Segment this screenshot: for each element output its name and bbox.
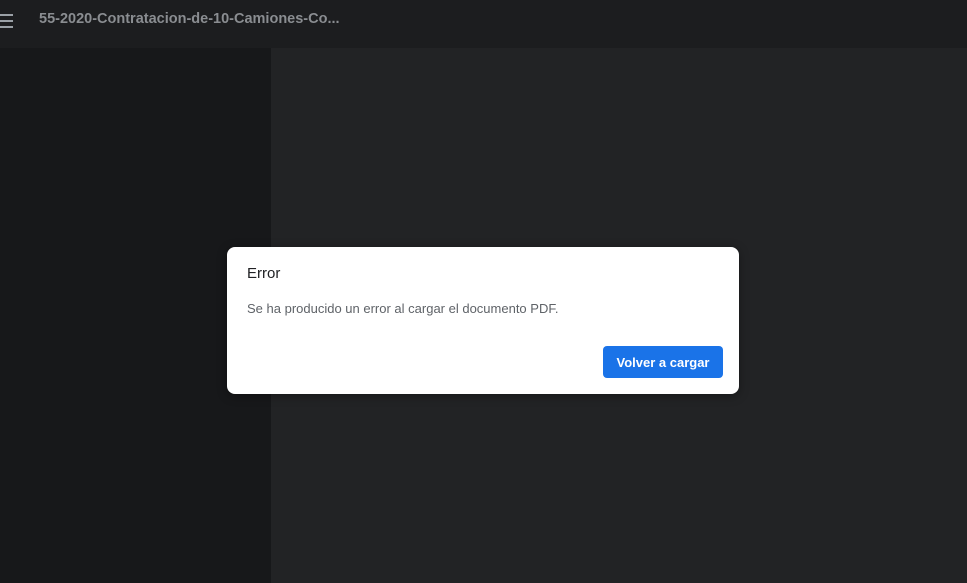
document-title: 55-2020-Contratacion-de-10-Camiones-Co..…	[39, 11, 340, 27]
hamburger-menu-icon	[0, 14, 13, 16]
error-dialog: Error Se ha producido un error al cargar…	[227, 247, 739, 394]
hamburger-menu-icon-bar	[0, 20, 13, 22]
dialog-message: Se ha producido un error al cargar el do…	[247, 301, 559, 316]
pdf-viewer-app: 55-2020-Contratacion-de-10-Camiones-Co..…	[0, 0, 967, 583]
hamburger-menu-icon-bar	[0, 26, 13, 28]
menu-button[interactable]	[0, 12, 14, 30]
reload-button[interactable]: Volver a cargar	[603, 346, 723, 378]
dialog-title: Error	[247, 265, 281, 282]
viewer-toolbar: 55-2020-Contratacion-de-10-Camiones-Co..…	[0, 0, 967, 48]
